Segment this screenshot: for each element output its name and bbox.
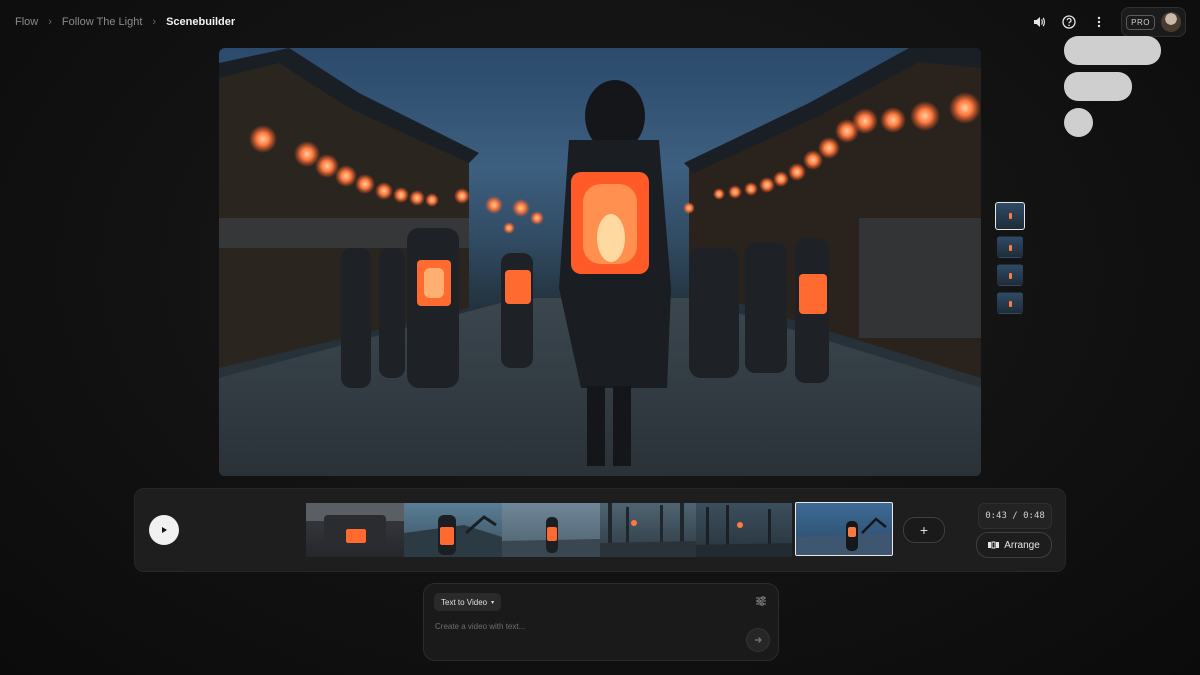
preview-scene [219,48,981,476]
prompt-input[interactable] [433,618,737,634]
more-vert-icon[interactable] [1091,14,1107,30]
placeholder-dot [1064,108,1093,137]
scene-strip [995,202,1025,314]
scene-thumb[interactable] [997,236,1023,258]
selected-clip-wrap [795,502,893,556]
add-clip-button[interactable]: + [903,517,945,543]
arrange-button[interactable]: Arrange [976,532,1052,558]
placeholder-pill [1064,36,1161,65]
chevron-right-icon: › [48,16,52,28]
volume-icon[interactable] [1031,14,1047,30]
breadcrumb-project[interactable]: Follow The Light [62,16,143,28]
mode-dropdown[interactable]: Text to Video ▾ [434,593,502,611]
timeline-clip[interactable] [600,503,696,557]
arrange-icon [988,541,1000,549]
scene-thumb[interactable] [997,292,1023,314]
help-icon[interactable] [1061,14,1077,30]
clip-track [306,503,792,557]
timeline-clip[interactable] [404,503,502,557]
account-chip[interactable]: PRO [1121,7,1186,37]
breadcrumb-flow[interactable]: Flow [15,16,38,28]
top-actions: PRO [1031,7,1186,37]
timeline-panel: + 0:43 / 0:48 Arrange [134,488,1066,572]
arrange-label: Arrange [1004,539,1040,551]
avatar[interactable] [1161,12,1181,32]
caret-down-icon: ▾ [491,599,495,606]
scene-thumb[interactable] [995,202,1025,230]
timeline-clip[interactable] [696,503,792,557]
breadcrumb: Flow › Follow The Light › Scenebuilder [15,14,235,30]
timeline-clip-selected[interactable] [795,502,893,556]
time-readout: 0:43 / 0:48 [978,503,1052,529]
prompt-composer: Text to Video ▾ [423,583,779,661]
timeline-clip[interactable] [502,503,600,557]
placeholder-pill [1064,72,1132,101]
play-button[interactable] [149,515,179,545]
video-preview[interactable] [219,48,981,476]
timeline-clip[interactable] [306,503,404,557]
tune-icon[interactable] [754,594,768,608]
send-button[interactable] [746,628,770,652]
chevron-right-icon: › [152,16,157,28]
play-icon [162,527,167,533]
mode-label: Text to Video [441,597,488,607]
pro-badge: PRO [1126,14,1155,30]
arrow-right-icon [755,637,762,643]
breadcrumb-current: Scenebuilder [166,16,236,28]
scene-thumb[interactable] [997,264,1023,286]
